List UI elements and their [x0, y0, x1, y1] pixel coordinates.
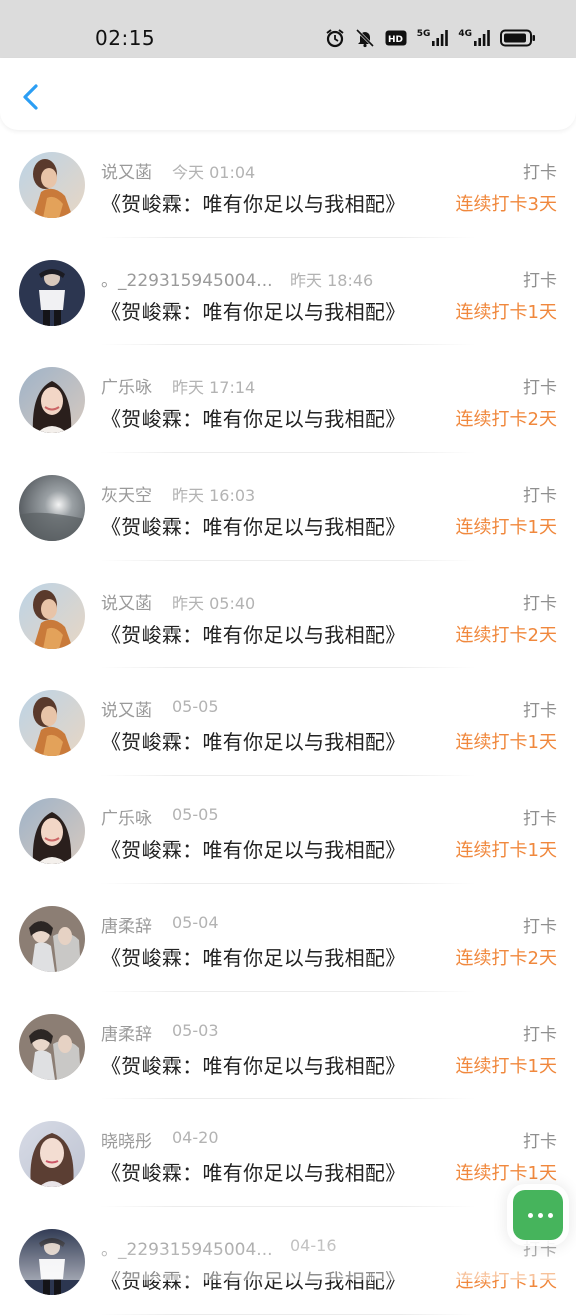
list-item[interactable]: 唐柔辞 05-04 《贺峻霖：唯有你足以与我相配》 打卡连续打卡2天 [0, 884, 576, 992]
post-time: 昨天 17:14 [172, 378, 256, 398]
avatar[interactable] [19, 259, 85, 326]
avatar[interactable] [19, 475, 85, 542]
post-title[interactable]: 《贺峻霖：唯有你足以与我相配》 [101, 188, 406, 217]
back-button[interactable] [14, 80, 48, 114]
avatar[interactable] [19, 1013, 85, 1080]
streak-count: 连续打卡1天 [455, 1163, 557, 1185]
user-name[interactable]: 唐柔辞 [101, 1020, 152, 1045]
post-time: 05-05 [172, 805, 219, 825]
streak-count: 连续打卡1天 [455, 732, 557, 754]
post-title[interactable]: 《贺峻霖：唯有你足以与我相配》 [101, 1265, 406, 1294]
list-item[interactable]: 广乐咏 昨天 17:14 《贺峻霖：唯有你足以与我相配》 打卡连续打卡2天 [0, 345, 576, 453]
user-name[interactable]: 说又菡 [101, 589, 152, 614]
streak-count: 连续打卡2天 [455, 624, 557, 646]
user-name[interactable]: 广乐咏 [101, 804, 152, 829]
streak-count: 连续打卡1天 [455, 301, 557, 323]
status-bar: 02:15 HD 5G 4G [0, 0, 576, 58]
checkin-label: 打卡 [523, 916, 557, 937]
chat-button[interactable] [513, 1190, 563, 1240]
checkin-label: 打卡 [523, 701, 557, 722]
streak-count: 连续打卡2天 [455, 947, 557, 969]
checkin-label: 打卡 [523, 270, 557, 291]
list-item[interactable]: 灰天空 昨天 16:03 《贺峻霖：唯有你足以与我相配》 打卡连续打卡1天 [0, 453, 576, 561]
streak-count: 连续打卡1天 [455, 1055, 557, 1077]
signal-5g-icon: 5G [417, 30, 449, 46]
user-name[interactable]: 。_229315945004... [101, 1235, 273, 1260]
streak-count: 连续打卡2天 [455, 409, 557, 431]
avatar[interactable] [19, 367, 85, 434]
user-name[interactable]: 灰天空 [101, 481, 152, 506]
post-title[interactable]: 《贺峻霖：唯有你足以与我相配》 [101, 726, 406, 755]
checkin-label: 打卡 [523, 163, 557, 183]
streak-count: 连续打卡3天 [455, 194, 557, 215]
avatar[interactable] [19, 1228, 85, 1295]
post-time: 05-03 [172, 1020, 219, 1040]
user-name[interactable]: 晓晓彤 [101, 1127, 152, 1152]
user-name[interactable]: 说又菡 [101, 158, 152, 183]
nav-bar [0, 58, 576, 130]
post-title[interactable]: 《贺峻霖：唯有你足以与我相配》 [101, 619, 406, 648]
checkin-label: 打卡 [523, 809, 557, 830]
svg-text:HD: HD [388, 35, 403, 45]
post-time: 昨天 05:40 [172, 593, 256, 613]
hd-icon: HD [385, 30, 407, 46]
alarm-icon [325, 28, 345, 48]
battery-icon [500, 29, 536, 47]
status-time: 02:15 [95, 26, 156, 50]
list-item[interactable]: 唐柔辞 05-03 《贺峻霖：唯有你足以与我相配》 打卡连续打卡1天 [0, 992, 576, 1100]
avatar[interactable] [19, 582, 85, 649]
post-time: 05-04 [172, 912, 219, 932]
avatar[interactable] [19, 1121, 85, 1188]
list-item[interactable]: 说又菡 昨天 05:40 《贺峻霖：唯有你足以与我相配》 打卡连续打卡2天 [0, 561, 576, 669]
post-title[interactable]: 《贺峻霖：唯有你足以与我相配》 [101, 511, 406, 540]
post-time: 昨天 16:03 [172, 486, 256, 506]
post-time: 04-20 [172, 1128, 219, 1148]
checkin-label: 打卡 [523, 593, 557, 614]
user-name[interactable]: 广乐咏 [101, 373, 152, 398]
avatar[interactable] [19, 690, 85, 757]
avatar[interactable] [19, 798, 85, 865]
post-time: 昨天 18:46 [290, 270, 374, 290]
post-time: 05-05 [172, 697, 219, 717]
checkin-label: 打卡 [523, 486, 557, 507]
post-title[interactable]: 《贺峻霖：唯有你足以与我相配》 [101, 1050, 406, 1079]
signal-4g-icon: 4G [458, 30, 490, 46]
bell-off-icon [355, 28, 375, 48]
status-icons: HD 5G 4G [325, 26, 536, 50]
user-name[interactable]: 说又菡 [101, 696, 152, 721]
checkin-label: 打卡 [523, 1132, 557, 1153]
user-name[interactable]: 唐柔辞 [101, 912, 152, 937]
post-title[interactable]: 《贺峻霖：唯有你足以与我相配》 [101, 942, 406, 971]
list-item[interactable]: 说又菡 今天 01:04 《贺峻霖：唯有你足以与我相配》 打卡连续打卡3天 [0, 130, 576, 238]
post-title[interactable]: 《贺峻霖：唯有你足以与我相配》 [101, 834, 406, 863]
chat-bubble-icon [528, 1213, 553, 1218]
streak-count: 连续打卡1天 [455, 517, 557, 539]
streak-count: 连续打卡1天 [455, 840, 557, 862]
post-time: 04-16 [290, 1235, 337, 1255]
checkin-list: 说又菡 今天 01:04 《贺峻霖：唯有你足以与我相配》 打卡 连续打卡3天 。_2293… [0, 130, 576, 1315]
avatar[interactable] [19, 152, 85, 218]
list-item[interactable]: 晓晓彤 04-20 《贺峻霖：唯有你足以与我相配》 打卡连续打卡1天 [0, 1099, 576, 1207]
post-title[interactable]: 《贺峻霖：唯有你足以与我相配》 [101, 403, 406, 432]
avatar[interactable] [19, 905, 85, 972]
chevron-left-icon [14, 84, 48, 118]
post-time: 今天 01:04 [172, 163, 256, 182]
checkin-label: 打卡 [523, 378, 557, 399]
user-name[interactable]: 。_229315945004... [101, 266, 273, 291]
checkin-label: 打卡 [523, 1024, 557, 1045]
list-item[interactable]: 。_229315945004... 昨天 18:46 《贺峻霖：唯有你足以与我相配》… [0, 238, 576, 346]
post-title[interactable]: 《贺峻霖：唯有你足以与我相配》 [101, 296, 406, 325]
list-item[interactable]: 。_229315945004... 04-16 《贺峻霖：唯有你足以与我相配》 打卡连… [0, 1207, 576, 1315]
post-title[interactable]: 《贺峻霖：唯有你足以与我相配》 [101, 1157, 406, 1186]
list-item[interactable]: 说又菡 05-05 《贺峻霖：唯有你足以与我相配》 打卡连续打卡1天 [0, 668, 576, 776]
list-item[interactable]: 广乐咏 05-05 《贺峻霖：唯有你足以与我相配》 打卡连续打卡1天 [0, 776, 576, 884]
